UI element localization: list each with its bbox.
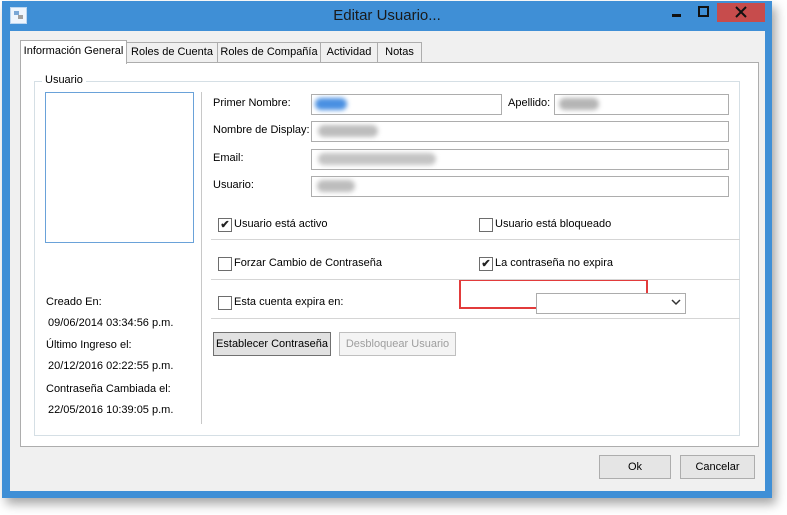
close-button[interactable] (717, 3, 765, 22)
email-field[interactable] (311, 149, 729, 170)
created-value: 09/06/2014 03:34:56 p.m. (48, 317, 174, 329)
display-name-label: Nombre de Display: (213, 124, 310, 136)
title-bar[interactable]: Editar Usuario... (2, 1, 772, 29)
expiry-date-dropdown[interactable] (536, 293, 686, 314)
locked-label: Usuario está bloqueado (495, 218, 612, 230)
minimize-button[interactable] (663, 3, 690, 22)
group-label: Usuario (42, 74, 86, 86)
unlock-user-button[interactable]: Desbloquear Usuario (339, 332, 456, 356)
chevron-down-icon (671, 296, 681, 311)
account-expires-label: Esta cuenta expira en: (234, 296, 344, 308)
dialog-client-area: Información General Roles de Cuenta Role… (10, 31, 765, 491)
username-field[interactable] (311, 176, 729, 197)
user-photo[interactable] (45, 92, 194, 243)
password-changed-label: Contraseña Cambiada el: (46, 383, 171, 395)
maximize-icon (698, 6, 709, 17)
ok-button[interactable]: Ok (599, 455, 671, 479)
username-label: Usuario: (213, 179, 254, 191)
close-icon (735, 6, 747, 18)
last-login-value: 20/12/2016 02:22:55 p.m. (48, 360, 174, 372)
created-label: Creado En: (46, 296, 102, 308)
tab-roles-cuenta[interactable]: Roles de Cuenta (126, 42, 218, 62)
never-expires-checkbox[interactable]: ✔ (479, 257, 493, 271)
first-name-field[interactable] (311, 94, 502, 115)
minimize-icon (672, 14, 681, 17)
tab-panel: Usuario Creado En: 09/06/2014 03:34:56 p… (20, 62, 759, 447)
never-expires-label: La contraseña no expira (495, 257, 614, 269)
last-login-label: Último Ingreso el: (46, 339, 132, 351)
last-name-field[interactable] (554, 94, 729, 115)
tab-roles-compania[interactable]: Roles de Compañía (217, 42, 321, 62)
tab-informacion-general[interactable]: Información General (20, 40, 127, 64)
set-password-button[interactable]: Establecer Contraseña (213, 332, 331, 356)
password-changed-value: 22/05/2016 10:39:05 p.m. (48, 404, 174, 416)
separator (211, 318, 740, 319)
maximize-button[interactable] (690, 3, 717, 22)
window-title: Editar Usuario... (333, 7, 441, 24)
active-label: Usuario está activo (234, 218, 328, 230)
separator (211, 239, 740, 240)
dialog-window: Editar Usuario... Información General Ro… (2, 1, 772, 498)
separator (211, 279, 740, 280)
email-label: Email: (213, 152, 244, 164)
vertical-divider (201, 92, 202, 424)
display-name-field[interactable] (311, 121, 729, 142)
cancel-button[interactable]: Cancelar (680, 455, 755, 479)
first-name-label: Primer Nombre: (213, 97, 291, 109)
active-checkbox[interactable]: ✔ (218, 218, 232, 232)
last-name-label: Apellido: (508, 97, 551, 109)
locked-checkbox[interactable] (479, 218, 493, 232)
tab-actividad[interactable]: Actividad (320, 42, 378, 62)
force-change-label: Forzar Cambio de Contraseña (234, 257, 382, 269)
account-expires-checkbox[interactable] (218, 296, 232, 310)
tab-notas[interactable]: Notas (377, 42, 422, 62)
force-change-checkbox[interactable] (218, 257, 232, 271)
